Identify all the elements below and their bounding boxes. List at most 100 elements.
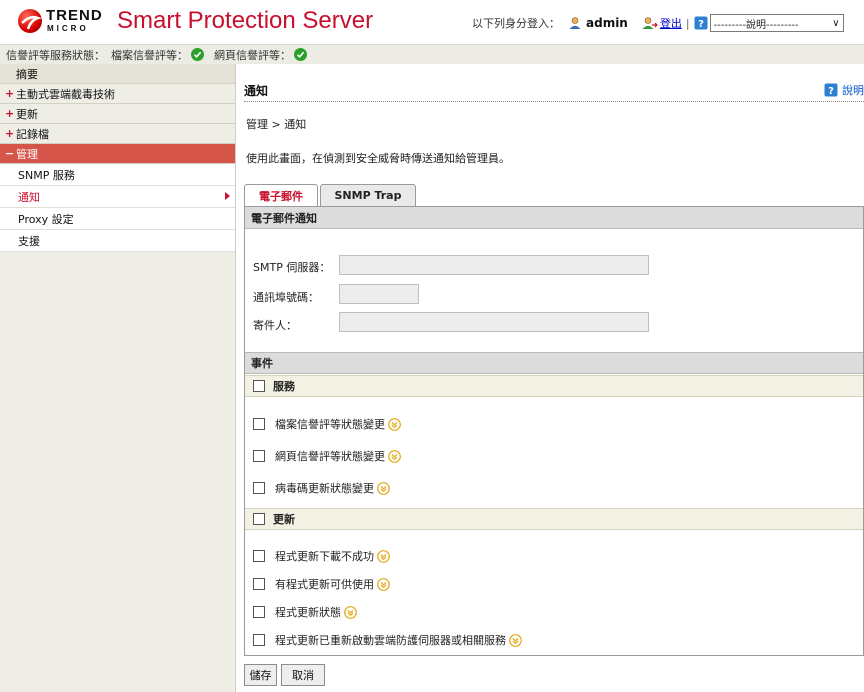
- event-row: 程式更新下載不成功: [253, 548, 390, 564]
- help-dropdown-value: ---------說明---------: [713, 19, 799, 31]
- logo-micro-text: MICRO: [47, 24, 89, 33]
- event-checkbox[interactable]: [253, 634, 265, 646]
- expand-details-icon[interactable]: [388, 417, 401, 431]
- expand-details-icon[interactable]: [377, 577, 390, 591]
- expand-details-icon[interactable]: [377, 549, 390, 563]
- help-icon[interactable]: ?: [694, 16, 708, 30]
- help-dropdown[interactable]: ---------說明--------- ∨: [709, 14, 844, 32]
- smtp-server-label: SMTP 伺服器：: [253, 261, 331, 274]
- page-description: 使用此畫面，在偵測到安全威脅時傳送通知給管理員。: [246, 152, 510, 165]
- svg-text:?: ?: [698, 19, 704, 30]
- web-reputation-label: 網頁信譽評等：: [214, 48, 291, 62]
- status-label: 信譽評等服務狀態：: [6, 48, 105, 62]
- file-reputation-label: 檔案信譽評等：: [111, 48, 188, 62]
- sidebar-subitem-snmp[interactable]: SNMP 服務: [0, 164, 235, 186]
- logout-link[interactable]: 登出: [660, 15, 682, 31]
- sidebar-item-administration[interactable]: − 管理: [0, 144, 235, 164]
- event-row: 程式更新狀態: [253, 604, 357, 620]
- event-checkbox[interactable]: [253, 450, 265, 462]
- sidebar-item-logs[interactable]: + 記錄檔: [0, 124, 235, 144]
- event-checkbox[interactable]: [253, 578, 265, 590]
- expand-plus-icon: +: [5, 127, 15, 140]
- user-icon: [568, 16, 582, 30]
- expand-plus-icon: +: [5, 107, 15, 120]
- tab-bar: 電子郵件 SNMP Trap: [244, 184, 864, 206]
- event-checkbox[interactable]: [253, 550, 265, 562]
- expand-details-icon[interactable]: [377, 481, 390, 495]
- sender-label: 寄件人：: [253, 319, 297, 332]
- sidebar-item-cloud-scan[interactable]: + 主動式雲端截毒技術: [0, 84, 235, 104]
- tab-snmp-trap[interactable]: SNMP Trap: [320, 184, 416, 206]
- sidebar-item-label: 更新: [16, 107, 38, 121]
- save-button[interactable]: 儲存: [244, 664, 277, 686]
- sidebar-item-updates[interactable]: + 更新: [0, 104, 235, 124]
- main-content: 通知 ? 說明 管理 > 通知 使用此畫面，在偵測到安全威脅時傳送通知給管理員。…: [244, 64, 864, 692]
- sidebar-item-summary[interactable]: 摘要: [0, 64, 235, 84]
- expand-details-icon[interactable]: [388, 449, 401, 463]
- breadcrumb: 管理 > 通知: [246, 118, 307, 131]
- event-row: 檔案信譽評等狀態變更: [253, 416, 401, 432]
- separator: |: [685, 16, 690, 30]
- event-label: 有程式更新可供使用: [275, 578, 374, 591]
- update-group-label: 更新: [273, 513, 295, 526]
- event-row: 病毒碼更新狀態變更: [253, 480, 390, 496]
- expand-details-icon[interactable]: [344, 605, 357, 619]
- username: admin: [586, 16, 628, 30]
- expand-details-icon[interactable]: [509, 633, 522, 647]
- sidebar-item-label: 記錄檔: [16, 127, 49, 141]
- sidebar-item-label: Proxy 設定: [18, 212, 74, 226]
- reputation-status-bar: 信譽評等服務狀態： 檔案信譽評等： 網頁信譽評等：: [0, 44, 864, 64]
- event-row: 有程式更新可供使用: [253, 576, 390, 592]
- sidebar-subitem-proxy[interactable]: Proxy 設定: [0, 208, 235, 230]
- service-group-label: 服務: [273, 380, 295, 393]
- trend-micro-logo-icon: [18, 9, 42, 33]
- port-input[interactable]: [339, 284, 419, 304]
- sidebar-subitem-notifications[interactable]: 通知: [0, 186, 235, 208]
- event-checkbox[interactable]: [253, 418, 265, 430]
- expand-plus-icon: +: [5, 87, 15, 100]
- smtp-server-input[interactable]: [339, 255, 649, 275]
- event-label: 檔案信譽評等狀態變更: [275, 418, 385, 431]
- app-title: Smart Protection Server: [117, 7, 374, 34]
- login-label: 以下列身分登入：: [472, 17, 560, 30]
- update-group-checkbox[interactable]: [253, 513, 265, 525]
- help-link[interactable]: ? 說明: [824, 82, 864, 98]
- sidebar-item-label: 主動式雲端截毒技術: [16, 87, 115, 101]
- cancel-button[interactable]: 取消: [281, 664, 325, 686]
- event-label: 病毒碼更新狀態變更: [275, 482, 374, 495]
- check-circle-icon: [294, 48, 307, 61]
- service-group-checkbox[interactable]: [253, 380, 265, 392]
- service-group-header: 服務: [245, 375, 863, 397]
- event-row: 網頁信譽評等狀態變更: [253, 448, 401, 464]
- help-link-label: 說明: [842, 84, 864, 97]
- event-label: 程式更新狀態: [275, 606, 341, 619]
- sender-input[interactable]: [339, 312, 649, 332]
- sidebar-item-label: 支援: [18, 234, 40, 248]
- sidebar-item-label: 管理: [16, 147, 38, 161]
- sidebar-item-label: 摘要: [16, 67, 38, 81]
- logout-icon[interactable]: [642, 16, 658, 30]
- event-label: 網頁信譽評等狀態變更: [275, 450, 385, 463]
- login-area: 以下列身分登入： admin 登出 | ? ---------說明-------…: [472, 12, 844, 34]
- help-icon: ?: [824, 83, 838, 97]
- event-label: 程式更新下載不成功: [275, 550, 374, 563]
- event-checkbox[interactable]: [253, 606, 265, 618]
- update-group-header: 更新: [245, 508, 863, 530]
- port-label: 通訊埠號碼：: [253, 291, 319, 304]
- sidebar: 摘要 + 主動式雲端截毒技術 + 更新 + 記錄檔 − 管理 SNMP 服務 通…: [0, 64, 236, 692]
- header: TREND MICRO Smart Protection Server 以下列身…: [0, 0, 864, 44]
- sidebar-subitem-support[interactable]: 支援: [0, 230, 235, 252]
- page-title: 通知: [244, 84, 269, 98]
- event-row: 程式更新已重新啟動雲端防護伺服器或相關服務: [253, 632, 522, 648]
- collapse-minus-icon: −: [5, 147, 15, 160]
- logo-trend-text: TREND: [46, 7, 103, 24]
- event-checkbox[interactable]: [253, 482, 265, 494]
- sidebar-item-label: SNMP 服務: [18, 168, 75, 182]
- email-section-header: 電子郵件通知: [245, 207, 863, 229]
- chevron-down-icon: ∨: [832, 17, 840, 29]
- sidebar-item-label: 通知: [18, 190, 40, 204]
- tab-email[interactable]: 電子郵件: [244, 184, 318, 206]
- events-section-header: 事件: [245, 352, 863, 374]
- email-notification-panel: 電子郵件通知 SMTP 伺服器： 通訊埠號碼： 寄件人： 事件 服務 檔案信譽評…: [244, 206, 864, 656]
- event-label: 程式更新已重新啟動雲端防護伺服器或相關服務: [275, 634, 506, 647]
